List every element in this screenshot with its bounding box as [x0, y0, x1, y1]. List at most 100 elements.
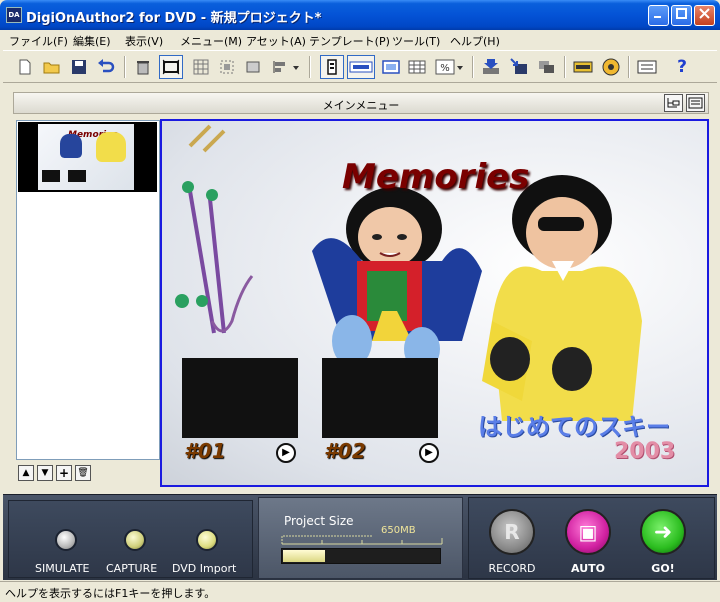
help-icon: ? [677, 57, 687, 77]
chapter-button[interactable] [320, 55, 344, 79]
button-thumbnails [182, 358, 438, 438]
main-area: メインメニュー Memories ▲ ▼ + 🗑 Memories #01 ▶ … [3, 84, 717, 494]
new-button[interactable] [13, 55, 37, 79]
move-down-button[interactable]: ▼ [37, 465, 53, 481]
list-icon [637, 60, 657, 74]
help-button[interactable]: ? [670, 55, 694, 79]
thumbnail-child-right [96, 132, 126, 162]
panel-header: メインメニュー [13, 92, 709, 114]
menu-title-text[interactable]: Memories [342, 157, 529, 197]
layer-button[interactable] [535, 55, 559, 79]
chapter-icon [327, 59, 337, 75]
minimize-button[interactable] [648, 5, 669, 26]
menu-asset[interactable]: アセット(A) [246, 33, 306, 49]
button-row-icon [349, 61, 373, 73]
percent-button[interactable]: % [433, 55, 467, 79]
dvd-icon [573, 61, 593, 73]
grid-icon [193, 59, 209, 75]
project-size-bar [281, 548, 441, 564]
status-text: ヘルプを表示するにはF1キーを押します。 [5, 587, 216, 600]
record-button[interactable]: R [489, 509, 535, 555]
frame-button[interactable] [241, 55, 265, 79]
toolbar-separator [564, 56, 566, 78]
simulate-led[interactable] [55, 529, 77, 551]
auto-label[interactable]: AUTO [563, 562, 613, 575]
list-button[interactable] [635, 55, 659, 79]
menu-file[interactable]: ファイル(F) [9, 33, 68, 49]
app-icon: DA [6, 7, 22, 23]
year-text[interactable]: 2003 [614, 439, 675, 464]
delete-button[interactable] [131, 55, 155, 79]
project-size-panel: Project Size 650MB [258, 497, 463, 579]
menu-thumbnail[interactable]: Memories [18, 122, 157, 192]
thumbnail-child-left [60, 134, 82, 158]
menu-help[interactable]: ヘルプ(H) [450, 33, 500, 49]
play-button-2[interactable]: ▶ [419, 443, 439, 463]
select-icon [220, 60, 234, 74]
menu-edit[interactable]: 編集(E) [73, 33, 111, 49]
screen-button[interactable] [379, 55, 403, 79]
undo-button[interactable] [94, 55, 118, 79]
menu-template[interactable]: テンプレート(P) [309, 33, 390, 49]
disc-button[interactable] [599, 55, 623, 79]
go-label[interactable]: GO! [638, 562, 688, 575]
menu-preview-canvas[interactable]: Memories #01 ▶ #02 ▶ はじめてのスキー 2003 [160, 119, 709, 487]
export-button[interactable] [507, 55, 531, 79]
menu-menu[interactable]: メニュー(M) [180, 33, 242, 49]
child-left-image [312, 187, 482, 371]
menu-thumbnail-list[interactable]: Memories [16, 120, 160, 460]
close-button[interactable] [694, 5, 715, 26]
action-controls: R RECORD ▣ AUTO ➜ GO! [468, 497, 715, 579]
go-arrow-icon: ➜ [653, 519, 673, 545]
grid-button[interactable] [189, 55, 213, 79]
table-button[interactable] [405, 55, 429, 79]
undo-icon [98, 59, 115, 73]
panel-title: メインメニュー [322, 99, 400, 112]
chapter-button-2-label[interactable]: #02 [324, 439, 366, 463]
maximize-button[interactable] [671, 5, 692, 26]
tree-view-icon [667, 98, 680, 108]
ski-poles-image [175, 124, 254, 334]
layer-icon [539, 61, 554, 73]
chapter-button-1-label[interactable]: #01 [184, 439, 226, 463]
list-view-button[interactable] [686, 94, 705, 112]
film-icon: ▣ [578, 520, 598, 544]
capacity-scale [281, 535, 443, 545]
import-icon [483, 59, 499, 74]
auto-button[interactable]: ▣ [565, 509, 611, 555]
delete-menu-button[interactable]: 🗑 [75, 465, 91, 481]
capture-led[interactable] [124, 529, 146, 551]
record-label[interactable]: RECORD [487, 562, 537, 575]
go-button[interactable]: ➜ [640, 509, 686, 555]
tree-view-button[interactable] [664, 94, 683, 112]
menu-tools[interactable]: ツール(T) [392, 33, 440, 49]
import-button[interactable] [479, 55, 503, 79]
dvd-import-label[interactable]: DVD Import [172, 562, 236, 575]
simulate-label[interactable]: SIMULATE [35, 562, 90, 575]
fit-button[interactable] [159, 55, 183, 79]
toolbar-separator [124, 56, 126, 78]
move-up-button[interactable]: ▲ [18, 465, 34, 481]
align-button[interactable] [269, 55, 303, 79]
open-folder-icon [43, 62, 60, 74]
save-button[interactable] [67, 55, 91, 79]
minimize-icon [654, 16, 661, 18]
toolbar-separator [309, 56, 311, 78]
play-button-1[interactable]: ▶ [276, 443, 296, 463]
project-size-fill [283, 550, 325, 562]
select-button[interactable] [215, 55, 239, 79]
dvd-import-led[interactable] [196, 529, 218, 551]
record-icon: R [504, 520, 520, 544]
caption-text[interactable]: はじめてのスキー [478, 407, 670, 442]
dvd-button[interactable] [571, 55, 595, 79]
export-icon [510, 58, 527, 74]
capture-label[interactable]: CAPTURE [106, 562, 157, 575]
window-title: DigiOnAuthor2 for DVD - 新規プロジェクト* [26, 11, 322, 26]
add-menu-button[interactable]: + [56, 465, 72, 481]
percent-glyph: % [440, 63, 450, 74]
thumbnail-slot-1 [42, 170, 60, 182]
open-button[interactable] [40, 55, 64, 79]
button-row-button[interactable] [347, 55, 375, 79]
save-icon [72, 60, 86, 74]
menu-view[interactable]: 表示(V) [125, 33, 163, 49]
